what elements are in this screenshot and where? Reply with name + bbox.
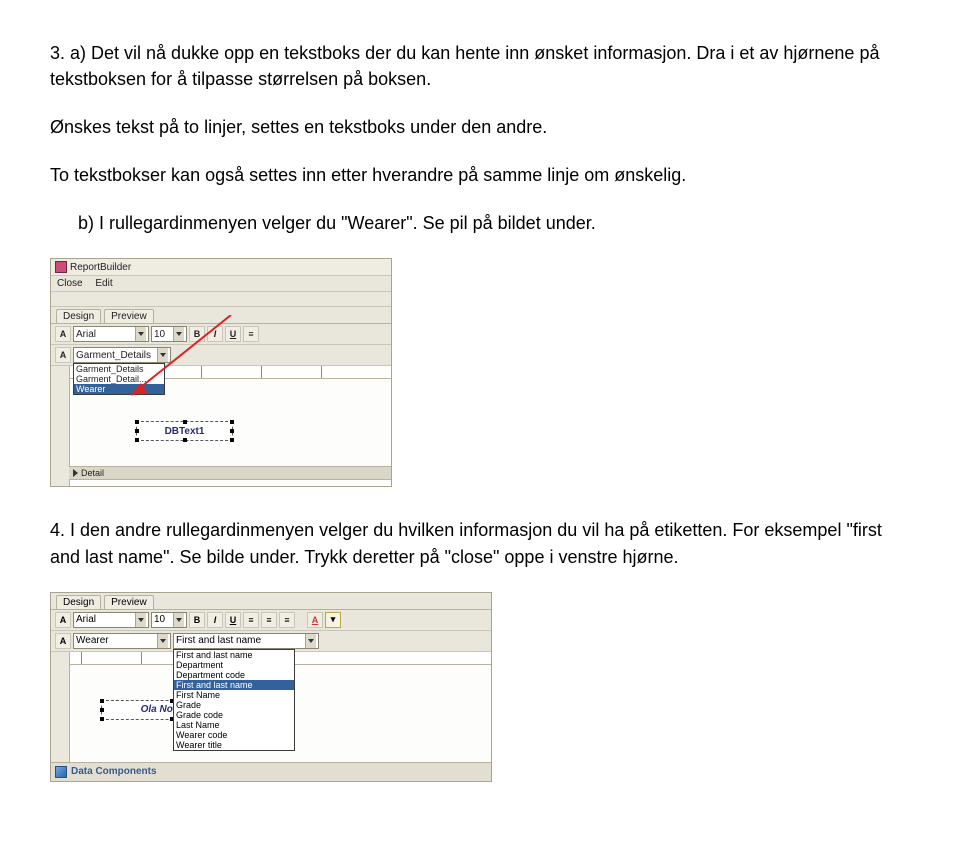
tab-strip: Design Preview bbox=[51, 593, 491, 610]
resize-handle[interactable] bbox=[100, 699, 104, 703]
tab-strip: Design Preview bbox=[51, 307, 391, 324]
tab-design[interactable]: Design bbox=[56, 309, 101, 323]
field-option[interactable]: First and last name bbox=[174, 650, 294, 660]
resize-handle[interactable] bbox=[100, 717, 104, 721]
datasource-dropdown[interactable]: Garment_Details Garment_Details Garment_… bbox=[73, 347, 171, 363]
resize-handle[interactable] bbox=[183, 420, 187, 424]
datasource-option[interactable]: Garment_Details bbox=[74, 364, 164, 374]
menu-bar: Close Edit bbox=[51, 276, 391, 292]
detail-band: Detail bbox=[69, 466, 391, 480]
resize-handle[interactable] bbox=[135, 420, 139, 424]
field-option[interactable]: Department bbox=[174, 660, 294, 670]
paragraph-3a: 3. a) Det vil nå dukke opp en tekstboks … bbox=[50, 40, 910, 92]
underline-button[interactable]: U bbox=[225, 326, 241, 342]
field-option[interactable]: Last Name bbox=[174, 720, 294, 730]
field-selected: First and last name bbox=[176, 635, 261, 646]
font-name: Arial bbox=[76, 329, 96, 340]
resize-handle[interactable] bbox=[135, 438, 139, 442]
tab-preview[interactable]: Preview bbox=[104, 309, 154, 323]
bold-button[interactable]: B bbox=[189, 612, 205, 628]
resize-handle[interactable] bbox=[100, 708, 104, 712]
ruler-vertical bbox=[51, 366, 70, 486]
underline-button[interactable]: U bbox=[225, 612, 241, 628]
resize-handle[interactable] bbox=[183, 438, 187, 442]
fontsize-dropdown[interactable]: 10 bbox=[151, 612, 187, 628]
field-option[interactable]: Grade bbox=[174, 700, 294, 710]
font-dropdown[interactable]: Arial bbox=[73, 326, 149, 342]
menu-edit[interactable]: Edit bbox=[95, 278, 112, 289]
italic-button[interactable]: I bbox=[207, 326, 223, 342]
datasource-dropdown[interactable]: Wearer bbox=[73, 633, 171, 649]
chevron-down-icon[interactable] bbox=[173, 613, 184, 627]
align-right-button[interactable]: ≡ bbox=[279, 612, 295, 628]
align-left-button[interactable]: ≡ bbox=[243, 612, 259, 628]
field-list: First and last nameDepartmentDepartment … bbox=[173, 649, 295, 751]
tool-text-icon[interactable]: A bbox=[55, 326, 71, 342]
field-option[interactable]: Wearer title bbox=[174, 740, 294, 750]
tab-preview[interactable]: Preview bbox=[104, 595, 154, 609]
dbtext-tool-icon[interactable]: A bbox=[55, 633, 71, 649]
fontcolor-button[interactable]: A bbox=[307, 612, 323, 628]
tab-design[interactable]: Design bbox=[56, 595, 101, 609]
chevron-down-icon[interactable] bbox=[173, 327, 184, 341]
resize-handle[interactable] bbox=[230, 420, 234, 424]
bottom-panel-label: Data Components bbox=[71, 766, 157, 777]
chevron-down-icon[interactable] bbox=[135, 327, 146, 341]
field-option[interactable]: First and last name bbox=[174, 680, 294, 690]
app-icon bbox=[55, 261, 67, 273]
window-title: ReportBuilder bbox=[70, 262, 131, 273]
paragraph-same-line: To tekstbokser kan også settes inn etter… bbox=[50, 162, 910, 188]
font-size: 10 bbox=[154, 614, 165, 625]
reportbuilder-window: ReportBuilder Close Edit Design Preview … bbox=[50, 258, 392, 487]
align-left-button[interactable]: ≡ bbox=[243, 326, 259, 342]
font-dropdown[interactable]: Arial bbox=[73, 612, 149, 628]
datasource-list: Garment_Details Garment_Detail... Wearer bbox=[73, 363, 165, 395]
datasource-option[interactable]: Garment_Detail... bbox=[74, 374, 164, 384]
format-toolbar: A Arial 10 B I U ≡ bbox=[51, 324, 391, 345]
reportbuilder-window-2: Design Preview A Arial 10 B I U ≡ ≡ ≡ A … bbox=[50, 592, 492, 782]
cube-icon bbox=[55, 766, 67, 778]
tool-text-icon[interactable]: A bbox=[55, 612, 71, 628]
resize-handle[interactable] bbox=[135, 429, 139, 433]
field-option[interactable]: Department code bbox=[174, 670, 294, 680]
chevron-down-icon[interactable] bbox=[157, 348, 168, 362]
dbtext-tool-icon[interactable]: A bbox=[55, 347, 71, 363]
bottom-panel-tab[interactable]: Data Components bbox=[51, 762, 491, 781]
datasource-toolbar: A Garment_Details Garment_Details Garmen… bbox=[51, 345, 391, 366]
font-name: Arial bbox=[76, 614, 96, 625]
field-option[interactable]: First Name bbox=[174, 690, 294, 700]
dbtext-label: DBText1 bbox=[165, 426, 205, 437]
paragraph-two-lines: Ønskes tekst på to linjer, settes en tek… bbox=[50, 114, 910, 140]
resize-handle[interactable] bbox=[230, 429, 234, 433]
chevron-down-icon[interactable] bbox=[135, 613, 146, 627]
italic-button[interactable]: I bbox=[207, 612, 223, 628]
chevron-down-icon[interactable] bbox=[157, 634, 168, 648]
selected-dbtext[interactable]: DBText1 bbox=[136, 421, 233, 441]
field-dropdown[interactable]: First and last name First and last nameD… bbox=[173, 633, 319, 649]
font-size: 10 bbox=[154, 329, 165, 340]
fillcolor-button[interactable]: ▾ bbox=[325, 612, 341, 628]
datasource-option-selected[interactable]: Wearer bbox=[74, 384, 164, 394]
bold-button[interactable]: B bbox=[189, 326, 205, 342]
align-center-button[interactable]: ≡ bbox=[261, 612, 277, 628]
chevron-down-icon[interactable] bbox=[305, 634, 316, 648]
ruler-vertical bbox=[51, 652, 70, 762]
triangle-icon bbox=[73, 469, 78, 477]
resize-handle[interactable] bbox=[230, 438, 234, 442]
menu-close[interactable]: Close bbox=[57, 278, 83, 289]
fontsize-dropdown[interactable]: 10 bbox=[151, 326, 187, 342]
paragraph-3b: b) I rullegardinmenyen velger du "Wearer… bbox=[78, 210, 910, 236]
window-titlebar: ReportBuilder bbox=[51, 259, 391, 276]
datasource-toolbar: A Wearer First and last name First and l… bbox=[51, 631, 491, 652]
datasource-selected: Garment_Details bbox=[76, 350, 151, 361]
datasource-selected: Wearer bbox=[76, 635, 109, 646]
toolbar-blank-row bbox=[51, 292, 391, 307]
format-toolbar: A Arial 10 B I U ≡ ≡ ≡ A ▾ bbox=[51, 610, 491, 631]
field-option[interactable]: Grade code bbox=[174, 710, 294, 720]
detail-band-label: Detail bbox=[81, 468, 104, 478]
paragraph-4: 4. I den andre rullegardinmenyen velger … bbox=[50, 517, 910, 569]
field-option[interactable]: Wearer code bbox=[174, 730, 294, 740]
